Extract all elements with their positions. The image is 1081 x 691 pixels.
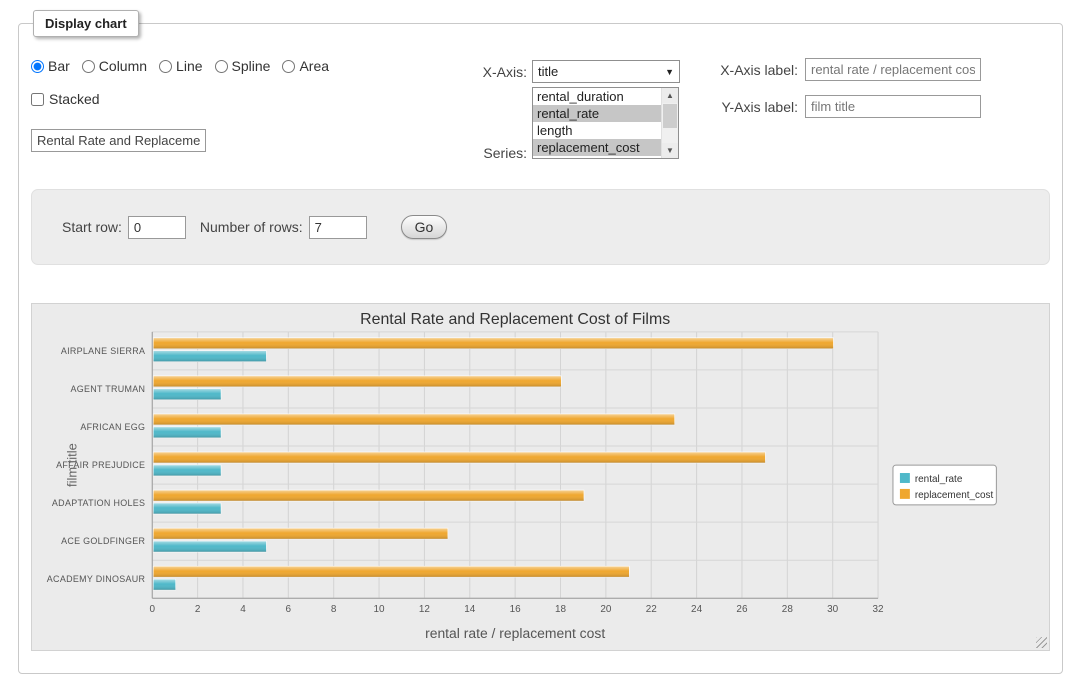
chevron-down-icon: ▼ xyxy=(665,67,674,77)
chart-type-radio-label: Spline xyxy=(232,58,271,74)
category-label: AIRPLANE SIERRA xyxy=(61,346,145,356)
x-axis-title: rental rate / replacement cost xyxy=(425,625,605,641)
x-tick-label: 24 xyxy=(691,604,703,615)
series-option-rental_rate[interactable]: rental_rate xyxy=(533,105,661,122)
x-tick-label: 32 xyxy=(873,604,885,615)
legend-swatch-replacement_cost[interactable] xyxy=(900,489,910,499)
chart-type-radio-label: Area xyxy=(299,58,329,74)
y-axis-label-field-label: Y-Axis label: xyxy=(688,99,798,115)
start-row-label: Start row: xyxy=(62,219,122,235)
chart-type-option-line[interactable]: Line xyxy=(159,58,202,74)
chart-type-option-area[interactable]: Area xyxy=(282,58,329,74)
bar-shine xyxy=(153,579,175,590)
bar-shine xyxy=(153,427,221,438)
x-tick-label: 2 xyxy=(195,604,201,615)
x-tick-label: 22 xyxy=(646,604,658,615)
x-tick-label: 0 xyxy=(149,604,155,615)
x-tick-label: 8 xyxy=(331,604,337,615)
stacked-option[interactable]: Stacked xyxy=(31,91,100,107)
series-option-length[interactable]: length xyxy=(533,122,661,139)
scrollbar-thumb[interactable] xyxy=(663,104,677,128)
chart-type-radio-column[interactable] xyxy=(82,60,95,73)
series-option-rental_duration[interactable]: rental_duration xyxy=(533,88,661,105)
x-tick-label: 18 xyxy=(555,604,567,615)
resize-handle-icon[interactable] xyxy=(1036,637,1047,648)
legend-swatch-rental_rate[interactable] xyxy=(900,473,910,483)
category-label: ADAPTATION HOLES xyxy=(52,498,145,508)
y-axis-title: film title xyxy=(65,443,80,487)
x-tick-label: 26 xyxy=(736,604,748,615)
go-button[interactable]: Go xyxy=(401,215,448,239)
stacked-label: Stacked xyxy=(49,91,100,107)
bar-shine xyxy=(153,376,561,387)
chart-type-radio-line[interactable] xyxy=(159,60,172,73)
chart-type-radios: Bar Column Line Spline Area xyxy=(31,58,329,74)
bar-shine xyxy=(153,503,221,514)
start-row-input[interactable] xyxy=(128,216,186,239)
chart-type-radio-label: Line xyxy=(176,58,202,74)
chart-type-radio-bar[interactable] xyxy=(31,60,44,73)
category-label: ACADEMY DINOSAUR xyxy=(47,574,146,584)
display-chart-panel: Display chart Bar Column Line Spline Area St… xyxy=(18,10,1063,674)
x-tick-label: 14 xyxy=(464,604,476,615)
x-tick-label: 12 xyxy=(419,604,431,615)
x-tick-label: 10 xyxy=(374,604,386,615)
series-listbox-scrollbar[interactable]: ▲ ▼ xyxy=(661,88,678,158)
bar-shine xyxy=(153,490,584,501)
number-of-rows-input[interactable] xyxy=(309,216,367,239)
category-label: AGENT TRUMAN xyxy=(71,384,146,394)
x-axis-select-label: X-Axis: xyxy=(447,64,527,80)
legend-label-replacement_cost[interactable]: replacement_cost xyxy=(915,490,994,501)
bar-shine xyxy=(153,389,221,400)
chart-title: Rental Rate and Replacement Cost of Film… xyxy=(360,311,670,328)
stacked-checkbox[interactable] xyxy=(31,93,44,106)
chart-type-option-spline[interactable]: Spline xyxy=(215,58,271,74)
chart-type-radio-label: Column xyxy=(99,58,147,74)
x-axis-label-field-label: X-Axis label: xyxy=(688,62,798,78)
x-tick-label: 4 xyxy=(240,604,246,615)
bar-shine xyxy=(153,338,833,349)
chart-type-radio-label: Bar xyxy=(48,58,70,74)
series-listbox[interactable]: rental_durationrental_ratelengthreplacem… xyxy=(532,87,679,159)
legend-label-rental_rate[interactable]: rental_rate xyxy=(915,474,963,485)
x-axis-label-input[interactable] xyxy=(805,58,981,81)
x-tick-label: 6 xyxy=(286,604,292,615)
number-of-rows-label: Number of rows: xyxy=(200,219,303,235)
bar-shine xyxy=(153,528,448,539)
chart-controls: BarColumnLineSplineArea Stacked X-Axis: … xyxy=(31,39,1050,189)
bar-shine xyxy=(153,541,266,552)
bar-shine xyxy=(153,351,266,362)
series-option-replacement_cost[interactable]: replacement_cost xyxy=(533,139,661,156)
scroll-down-icon[interactable]: ▼ xyxy=(662,143,678,158)
bar-shine xyxy=(153,566,629,577)
chart-type-radio-area[interactable] xyxy=(282,60,295,73)
category-label: AFRICAN EGG xyxy=(80,422,145,432)
series-listbox-items: rental_durationrental_ratelengthreplacem… xyxy=(533,88,661,158)
chart-type-radio-spline[interactable] xyxy=(215,60,228,73)
x-tick-label: 28 xyxy=(782,604,794,615)
chart-type-option-column[interactable]: Column xyxy=(82,58,147,74)
panel-legend: Display chart xyxy=(33,10,139,37)
series-select-label: Series: xyxy=(447,145,527,161)
x-tick-label: 20 xyxy=(600,604,612,615)
bar-shine xyxy=(153,452,765,463)
x-axis-selected-value: title xyxy=(538,64,558,79)
bar-shine xyxy=(153,414,674,425)
x-tick-label: 16 xyxy=(510,604,522,615)
x-tick-label: 30 xyxy=(827,604,839,615)
chart-container: 02468101214161820222426283032Rental Rate… xyxy=(31,303,1050,651)
bar-shine xyxy=(153,465,221,476)
chart-title-input[interactable] xyxy=(31,129,206,152)
bar-chart: 02468101214161820222426283032Rental Rate… xyxy=(32,304,1049,650)
category-label: ACE GOLDFINGER xyxy=(61,536,145,546)
scroll-up-icon[interactable]: ▲ xyxy=(662,88,678,103)
row-controls-panel: Start row: Number of rows: Go xyxy=(31,189,1050,265)
y-axis-label-input[interactable] xyxy=(805,95,981,118)
chart-type-option-bar[interactable]: Bar xyxy=(31,58,70,74)
x-axis-select[interactable]: title ▼ xyxy=(532,60,680,83)
